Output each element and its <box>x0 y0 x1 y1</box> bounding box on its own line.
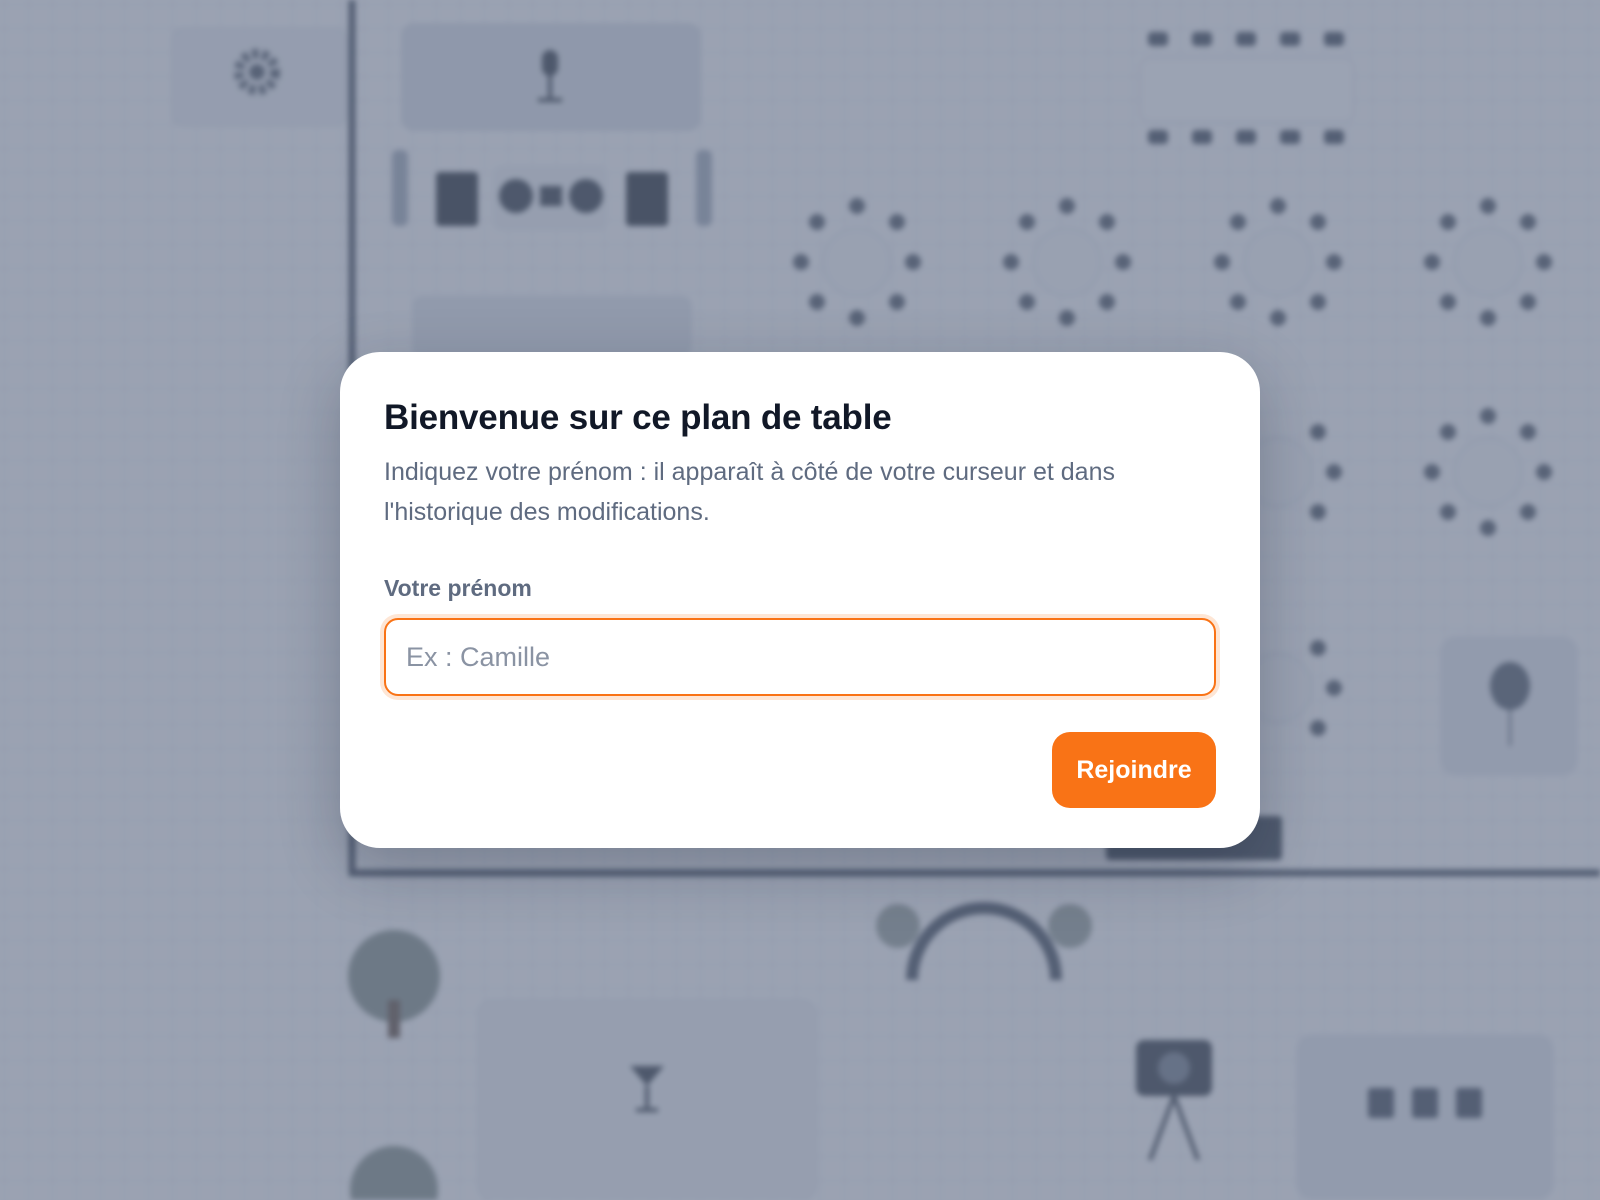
first-name-label: Votre prénom <box>384 575 532 601</box>
dialog-description: Indiquez votre prénom : il apparaît à cô… <box>384 458 1115 526</box>
dialog-actions: Rejoindre <box>384 732 1216 808</box>
first-name-input[interactable] <box>384 618 1216 696</box>
join-button[interactable]: Rejoindre <box>1052 732 1216 808</box>
join-dialog: Bienvenue sur ce plan de table Indiquez … <box>340 352 1260 848</box>
dialog-title: Bienvenue sur ce plan de table <box>384 398 892 437</box>
